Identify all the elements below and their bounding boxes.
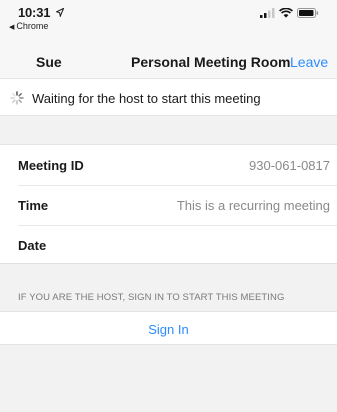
date-row: Date	[0, 225, 337, 265]
status-bar: 10:31 ◀ Chrome	[0, 0, 337, 46]
battery-icon	[297, 8, 319, 18]
loading-spinner-icon	[10, 91, 24, 105]
host-section: IF YOU ARE THE HOST, SIGN IN TO START TH…	[0, 263, 337, 412]
sign-in-row: Sign In	[0, 311, 337, 345]
meeting-id-value: 930-061-0817	[249, 158, 330, 173]
screen: 10:31 ◀ Chrome Sue Personal Meeting Room…	[0, 0, 337, 412]
meeting-details: Meeting ID 930-061-0817 Time This is a r…	[0, 144, 337, 265]
meeting-id-row: Meeting ID 930-061-0817	[0, 145, 337, 185]
waiting-message: Waiting for the host to start this meeti…	[32, 91, 261, 106]
back-to-app-link[interactable]: ◀ Chrome	[9, 21, 48, 31]
location-arrow-icon	[55, 8, 64, 17]
leave-button[interactable]: Leave	[290, 54, 328, 70]
time-row: Time This is a recurring meeting	[0, 185, 337, 225]
sign-in-button[interactable]: Sign In	[0, 322, 337, 337]
nav-bar: Sue Personal Meeting Room Leave	[0, 46, 337, 78]
back-app-label: Chrome	[16, 21, 49, 31]
user-name: Sue	[36, 54, 62, 70]
wifi-icon	[279, 8, 293, 18]
time-label: Time	[18, 198, 49, 213]
host-sign-in-note: IF YOU ARE THE HOST, SIGN IN TO START TH…	[18, 292, 285, 303]
time-value: This is a recurring meeting	[176, 198, 330, 213]
status-time: 10:31	[18, 5, 64, 20]
section-spacer	[0, 116, 337, 144]
cellular-signal-icon	[260, 8, 275, 18]
back-triangle-icon: ◀	[9, 24, 15, 31]
status-icons	[260, 8, 319, 18]
waiting-banner: Waiting for the host to start this meeti…	[0, 78, 337, 116]
page-title: Personal Meeting Room	[131, 54, 291, 70]
date-label: Date	[18, 238, 47, 253]
meeting-id-label: Meeting ID	[18, 158, 84, 173]
status-time-text: 10:31	[18, 5, 51, 20]
